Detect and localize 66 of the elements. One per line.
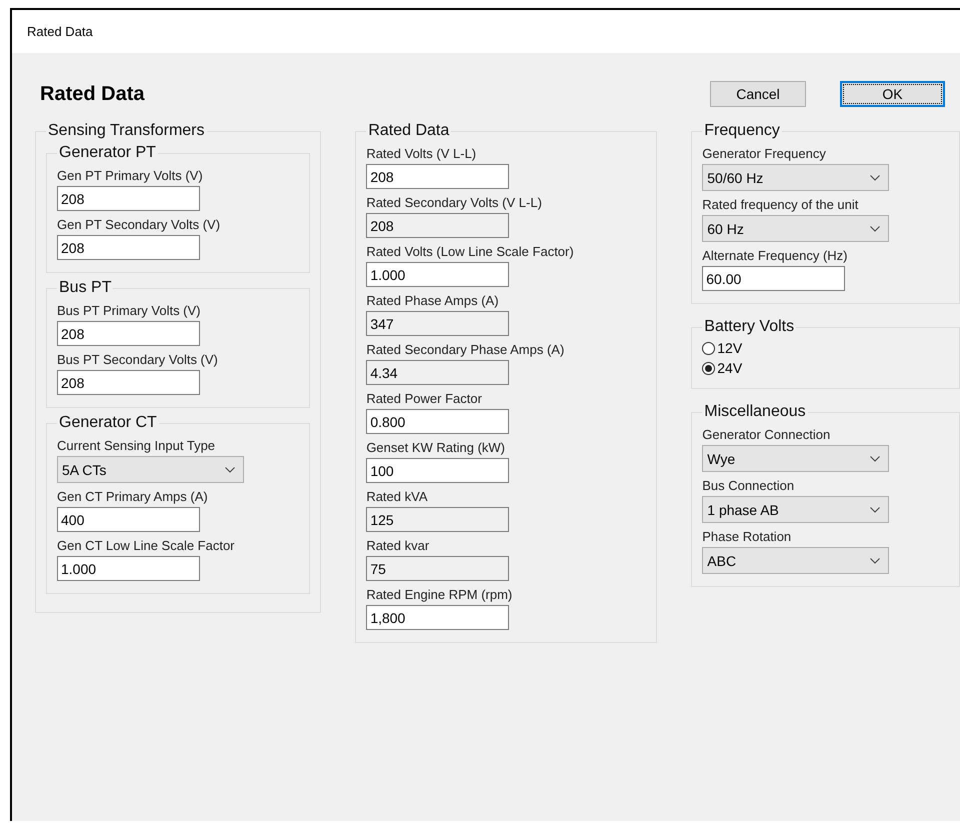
field-label: Genset KW Rating (kW) — [366, 440, 506, 455]
field-label: Gen PT Primary Volts (V) — [57, 168, 203, 183]
group-title: Miscellaneous — [703, 403, 807, 421]
field-label: Gen CT Primary Amps (A) — [57, 489, 208, 504]
radio-option[interactable]: 24V — [702, 360, 949, 376]
field-label: Rated Volts (Low Line Scale Factor) — [366, 244, 574, 259]
chevron-down-icon — [870, 456, 880, 462]
group-title: Battery Volts — [703, 318, 796, 336]
radio-option[interactable]: 12V — [702, 340, 949, 356]
field-label: Rated kVA — [366, 489, 428, 504]
dropdown[interactable]: ABC — [702, 547, 890, 574]
input-field[interactable]: 208 — [57, 321, 200, 346]
cancel-button[interactable]: Cancel — [710, 81, 806, 107]
dropdown[interactable]: 60 Hz — [702, 215, 890, 242]
group-title: Sensing Transformers — [47, 122, 206, 140]
input-field[interactable]: 0.800 — [366, 409, 510, 434]
chevron-down-icon — [870, 506, 880, 512]
field-label: Bus PT Secondary Volts (V) — [57, 352, 218, 367]
page-heading: Rated Data — [40, 83, 144, 106]
field-label: Bus Connection — [702, 478, 794, 493]
group-title: Bus PT — [58, 279, 112, 297]
field-label: Rated Volts (V L-L) — [366, 146, 476, 161]
field-label: Rated frequency of the unit — [702, 197, 858, 212]
input-field[interactable]: 1,800 — [366, 605, 510, 630]
input-field[interactable]: 208 — [57, 186, 200, 211]
field-label: Generator Frequency — [702, 146, 826, 161]
group-title: Rated Data — [367, 122, 450, 140]
input-field[interactable]: 208 — [57, 370, 200, 395]
chevron-down-icon — [225, 466, 235, 472]
dropdown[interactable]: 1 phase AB — [702, 496, 890, 523]
input-field[interactable]: 400 — [57, 507, 200, 532]
readonly-field[interactable]: 208 — [366, 213, 510, 238]
group-title: Generator CT — [58, 414, 158, 432]
field-label: Rated Secondary Volts (V L-L) — [366, 195, 542, 210]
dropdown[interactable]: 50/60 Hz — [702, 164, 890, 191]
field-label: Generator Connection — [702, 427, 830, 442]
input-field[interactable]: 60.00 — [702, 266, 846, 291]
input-field[interactable]: 100 — [366, 458, 510, 483]
ok-button[interactable]: OK — [840, 81, 945, 107]
field-label: Bus PT Primary Volts (V) — [57, 303, 201, 318]
input-field[interactable]: 1.000 — [57, 556, 200, 581]
dropdown[interactable]: Wye — [702, 445, 890, 472]
field-label: Alternate Frequency (Hz) — [702, 248, 848, 263]
input-field[interactable]: 208 — [366, 164, 510, 189]
field-label: Current Sensing Input Type — [57, 438, 216, 453]
readonly-field[interactable]: 347 — [366, 311, 510, 336]
chevron-down-icon — [870, 558, 880, 564]
dropdown[interactable]: 5A CTs — [57, 456, 244, 483]
field-label: Rated Power Factor — [366, 391, 482, 406]
field-label: Phase Rotation — [702, 529, 792, 544]
field-label: Rated Phase Amps (A) — [366, 293, 499, 308]
input-field[interactable]: 1.000 — [366, 262, 510, 287]
group-title: Frequency — [703, 122, 781, 140]
field-label: Gen CT Low Line Scale Factor — [57, 538, 235, 553]
chevron-down-icon — [870, 226, 880, 232]
readonly-field[interactable]: 4.34 — [366, 360, 510, 385]
chevron-down-icon — [870, 174, 880, 180]
group-title: Generator PT — [58, 144, 157, 162]
field-label: Gen PT Secondary Volts (V) — [57, 217, 220, 232]
readonly-field[interactable]: 75 — [366, 556, 510, 581]
field-label: Rated Secondary Phase Amps (A) — [366, 342, 564, 357]
input-field[interactable]: 208 — [57, 235, 200, 260]
field-label: Rated Engine RPM (rpm) — [366, 587, 512, 602]
window-title: Rated Data — [27, 24, 93, 39]
readonly-field[interactable]: 125 — [366, 507, 510, 532]
field-label: Rated kvar — [366, 538, 430, 553]
